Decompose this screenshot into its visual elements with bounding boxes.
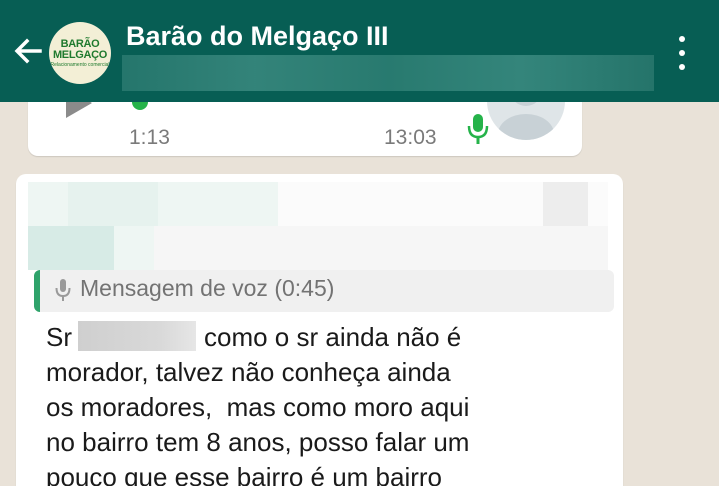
contact-avatar[interactable]: BARÃO MELGAÇO Relacionamento comercial (49, 22, 111, 84)
message-timestamp: 13:03 (384, 126, 437, 149)
message-fragment: como o sr ainda não é (204, 322, 462, 352)
blurred-sender-area (28, 178, 618, 270)
reply-message-bubble[interactable]: Mensagem de voz (0:45) Sr como o sr ainda… (16, 174, 623, 486)
contact-name[interactable]: Barão do Melgaço III (126, 21, 389, 52)
message-line: os moradores, mas como moro aqui (46, 392, 470, 422)
mic-icon (467, 114, 489, 144)
message-line: Sr como o sr ainda não é (46, 320, 611, 355)
message-body: Sr como o sr ainda não é morador, talvez … (46, 320, 611, 486)
avatar-logo-top: BARÃO (60, 37, 100, 50)
message-fragment: Sr (46, 322, 72, 352)
menu-dots-icon[interactable] (672, 36, 692, 70)
redacted-name (78, 321, 196, 351)
avatar-logo-tag: Relacionamento comercial (50, 61, 110, 68)
quote-mic-icon (55, 279, 71, 301)
chat-header: BARÃO MELGAÇO Relacionamento comercial B… (0, 0, 719, 102)
message-line: morador, talvez não conheça ainda (46, 357, 451, 387)
blurred-subtitle (122, 55, 654, 91)
avatar-logo-bottom: MELGAÇO (52, 48, 108, 61)
quoted-label: Mensagem de voz (0:45) (80, 275, 335, 301)
voice-duration: 1:13 (129, 126, 170, 149)
message-line: no bairro tem 8 anos, posso falar um (46, 427, 470, 457)
back-arrow-icon[interactable] (10, 33, 46, 69)
message-line: pouco que esse bairro é um bairro (46, 462, 443, 486)
